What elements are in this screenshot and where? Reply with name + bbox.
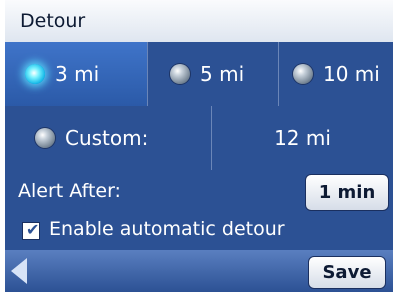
- custom-label: Custom:: [65, 126, 149, 150]
- auto-detour-checkbox[interactable]: ✔: [22, 222, 40, 240]
- alert-label: Alert After:: [18, 180, 121, 202]
- auto-detour-label: Enable automatic detour: [49, 218, 285, 240]
- custom-value-field[interactable]: 12 mi: [212, 106, 393, 170]
- option-custom[interactable]: Custom:: [5, 106, 212, 170]
- save-button[interactable]: Save: [308, 256, 386, 289]
- radio-unselected-icon: [293, 64, 313, 84]
- radio-unselected-icon: [35, 128, 55, 148]
- checkmark-icon: ✔: [26, 220, 40, 239]
- page-title: Detour: [20, 10, 86, 32]
- alert-time-button[interactable]: 1 min: [305, 174, 389, 211]
- radio-selected-icon: [25, 64, 45, 84]
- custom-value: 12 mi: [274, 126, 331, 150]
- option-10-mi[interactable]: 10 mi: [279, 42, 393, 106]
- option-label: 3 mi: [55, 62, 100, 86]
- detour-screen: Detour 3 mi 5 mi 10 mi Custom: 12 mi Ale…: [5, 0, 393, 292]
- option-label: 5 mi: [200, 62, 245, 86]
- custom-row: Custom: 12 mi: [5, 106, 393, 170]
- distance-options-row: 3 mi 5 mi 10 mi: [5, 42, 393, 106]
- auto-detour-row[interactable]: ✔ Enable automatic detour: [5, 214, 393, 250]
- option-label: 10 mi: [323, 62, 380, 86]
- title-bar: Detour: [5, 0, 393, 42]
- option-5-mi[interactable]: 5 mi: [148, 42, 279, 106]
- radio-unselected-icon: [170, 64, 190, 84]
- option-3-mi[interactable]: 3 mi: [5, 42, 148, 106]
- back-arrow-icon[interactable]: [11, 258, 27, 284]
